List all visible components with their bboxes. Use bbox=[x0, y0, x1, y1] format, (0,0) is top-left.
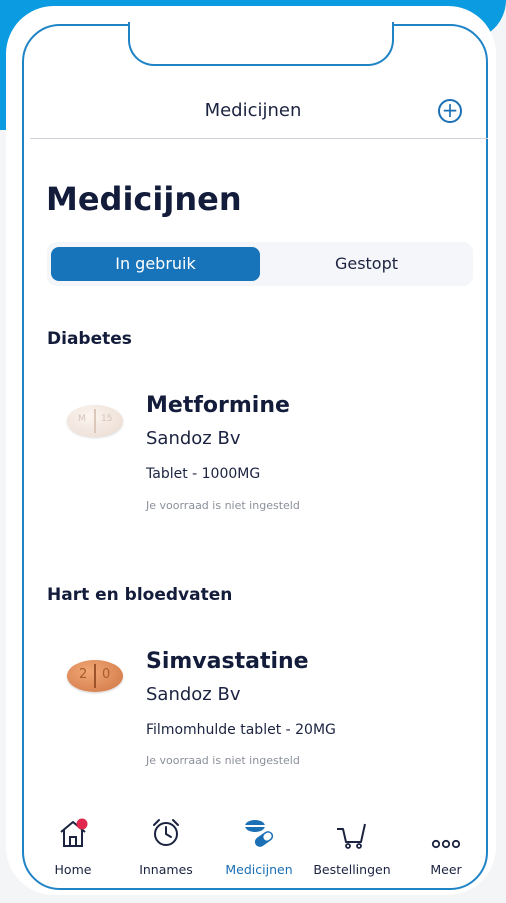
tab-label: Home bbox=[54, 862, 92, 877]
add-medicine-button[interactable]: + bbox=[438, 99, 462, 123]
medicine-stock-status: Je voorraad is niet ingesteld bbox=[146, 754, 300, 767]
medicine-manufacturer: Sandoz Bv bbox=[146, 684, 241, 705]
segment-gestopt[interactable]: Gestopt bbox=[260, 247, 473, 281]
status-segmented-control: In gebruik Gestopt bbox=[47, 242, 473, 286]
section-title-hart-en-bloedvaten: Hart en bloedvaten bbox=[47, 585, 233, 605]
white-oval-tablet-icon: M 15 bbox=[67, 405, 123, 437]
home-icon bbox=[60, 818, 88, 847]
tab-bestellingen[interactable]: Bestellingen bbox=[306, 812, 398, 877]
bottom-tab-bar: Home Innames Medicijnen Bestellingen Mee… bbox=[30, 812, 488, 886]
medicine-stock-status: Je voorraad is niet ingesteld bbox=[146, 499, 300, 512]
section-title-diabetes: Diabetes bbox=[47, 329, 132, 349]
medicine-manufacturer: Sandoz Bv bbox=[146, 428, 241, 449]
tab-label: Innames bbox=[139, 862, 193, 877]
orange-oval-tablet-icon: 2 0 bbox=[67, 660, 123, 692]
pills-icon bbox=[245, 820, 274, 847]
nav-title: Medicijnen bbox=[204, 100, 302, 121]
tab-innames[interactable]: Innames bbox=[120, 812, 212, 877]
medicine-form: Tablet - 1000MG bbox=[146, 466, 261, 482]
tab-medicijnen[interactable]: Medicijnen bbox=[213, 812, 305, 877]
tab-label: Medicijnen bbox=[225, 862, 293, 877]
plus-circle-icon: + bbox=[441, 98, 459, 122]
more-dots-icon bbox=[431, 839, 461, 849]
medicine-name: Simvastatine bbox=[146, 649, 309, 674]
medicine-form: Filmomhulde tablet - 20MG bbox=[146, 722, 336, 738]
tab-meer[interactable]: Meer bbox=[400, 812, 492, 877]
device-notch bbox=[128, 22, 394, 66]
page-title: Medicijnen bbox=[46, 180, 242, 218]
medicine-name: Metformine bbox=[146, 393, 290, 418]
notification-badge bbox=[76, 818, 88, 830]
nav-divider bbox=[30, 138, 488, 139]
tab-home[interactable]: Home bbox=[27, 812, 119, 877]
tab-label: Bestellingen bbox=[313, 862, 391, 877]
tab-label: Meer bbox=[430, 862, 462, 877]
segment-in-gebruik[interactable]: In gebruik bbox=[51, 247, 260, 281]
alarm-clock-icon bbox=[153, 819, 179, 846]
cart-icon bbox=[337, 823, 366, 849]
